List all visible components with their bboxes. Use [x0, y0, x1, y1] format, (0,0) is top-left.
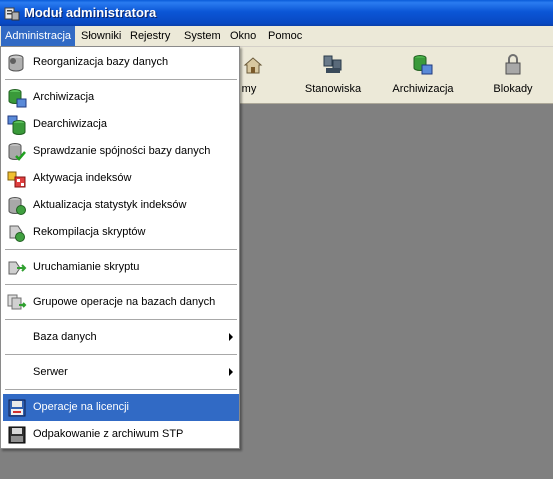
- menu-item-label: Baza danych: [33, 331, 97, 343]
- menu-bar: Administracja Słowniki Rejestry System O…: [0, 26, 553, 47]
- menu-rejestry[interactable]: Rejestry: [126, 26, 174, 46]
- menu-pomoc[interactable]: Pomoc: [264, 26, 306, 46]
- menu-item-rekompilacja[interactable]: Rekompilacja skryptów: [3, 219, 239, 246]
- menu-item-label: Grupowe operacje na bazach danych: [33, 296, 216, 308]
- menu-system[interactable]: System: [180, 26, 225, 46]
- menu-item-statystyki[interactable]: Aktualizacja statystyk indeksów: [3, 192, 239, 219]
- menu-item-label: Rekompilacja skryptów: [33, 226, 146, 238]
- menu-item-label: Sprawdzanie spójności bazy danych: [33, 145, 211, 157]
- menu-item-archiwizacja[interactable]: Archiwizacja: [3, 84, 239, 111]
- home-icon: [243, 57, 263, 74]
- database-gear-icon: [8, 54, 24, 72]
- menu-separator: [5, 249, 237, 250]
- archive-icon: [413, 55, 433, 75]
- database-stats-icon: [8, 197, 26, 215]
- toolbar-button-blokady[interactable]: Blokady: [473, 53, 553, 99]
- menu-item-label: Aktywacja indeksów: [33, 172, 132, 184]
- toolbar-button-stanowiska[interactable]: Stanowiska: [293, 53, 373, 99]
- menu-item-label: Archiwizacja: [33, 91, 95, 103]
- menu-item-label: Uruchamianie skryptu: [33, 261, 140, 273]
- toolbar-label-blokady: Blokady: [493, 83, 533, 95]
- menu-separator: [5, 79, 237, 80]
- menu-item-serwer[interactable]: Serwer: [3, 359, 239, 386]
- menu-separator: [5, 319, 237, 320]
- workstations-icon: [323, 55, 342, 73]
- app-icon: [4, 7, 20, 21]
- database-check-icon: [8, 143, 26, 161]
- window-title: Moduł administratora: [24, 5, 157, 20]
- menu-item-label: Aktualizacja statystyk indeksów: [33, 199, 187, 211]
- menu-item-label: Reorganizacja bazy danych: [33, 56, 169, 68]
- menu-item-label: Serwer: [33, 366, 68, 378]
- menu-item-operacje-na-licencji[interactable]: Operacje na licencji: [3, 394, 239, 421]
- menu-slowniki[interactable]: Słowniki: [77, 26, 125, 46]
- toolbar-label-stanowiska: Stanowiska: [304, 83, 362, 95]
- script-run-icon: [8, 261, 27, 275]
- script-compile-icon: [9, 225, 25, 242]
- lock-icon: [505, 54, 521, 75]
- submenu-arrow-icon: [229, 333, 233, 341]
- index-activate-icon: [7, 171, 26, 188]
- toolbar-button-archiwizacja[interactable]: Archiwizacja: [383, 53, 463, 99]
- title-bar[interactable]: Moduł administratora: [0, 0, 553, 26]
- database-restore-icon: [7, 115, 26, 135]
- group-operations-icon: [7, 294, 27, 310]
- menu-item-baza-danych[interactable]: Baza danych: [3, 324, 239, 351]
- menu-item-dearchiwizacja[interactable]: Dearchiwizacja: [3, 111, 239, 138]
- menu-item-reorganizacja[interactable]: Reorganizacja bazy danych: [3, 49, 239, 76]
- menu-administracja[interactable]: Administracja: [1, 26, 76, 46]
- archive-unpack-icon: [8, 426, 26, 444]
- menu-separator: [5, 284, 237, 285]
- administracja-dropdown: Reorganizacja bazy danych Archiwizacja D…: [0, 46, 240, 449]
- database-archive-icon: [8, 89, 27, 108]
- menu-item-uruchamianie-skryptu[interactable]: Uruchamianie skryptu: [3, 254, 239, 281]
- license-disk-icon: [8, 399, 26, 417]
- menu-separator: [5, 354, 237, 355]
- menu-item-grupowe-operacje[interactable]: Grupowe operacje na bazach danych: [3, 289, 239, 316]
- menu-okno[interactable]: Okno: [226, 26, 260, 46]
- menu-item-label: Odpakowanie z archiwum STP: [33, 428, 184, 440]
- menu-item-label: Dearchiwizacja: [33, 118, 107, 130]
- menu-item-aktywacja-indeksow[interactable]: Aktywacja indeksów: [3, 165, 239, 192]
- menu-separator: [5, 389, 237, 390]
- menu-item-label: Operacje na licencji: [33, 401, 129, 413]
- toolbar-label-archiwizacja: Archiwizacja: [392, 83, 454, 95]
- menu-item-sprawdzanie[interactable]: Sprawdzanie spójności bazy danych: [3, 138, 239, 165]
- submenu-arrow-icon: [229, 368, 233, 376]
- menu-item-odpakowanie-stp[interactable]: Odpakowanie z archiwum STP: [3, 421, 239, 448]
